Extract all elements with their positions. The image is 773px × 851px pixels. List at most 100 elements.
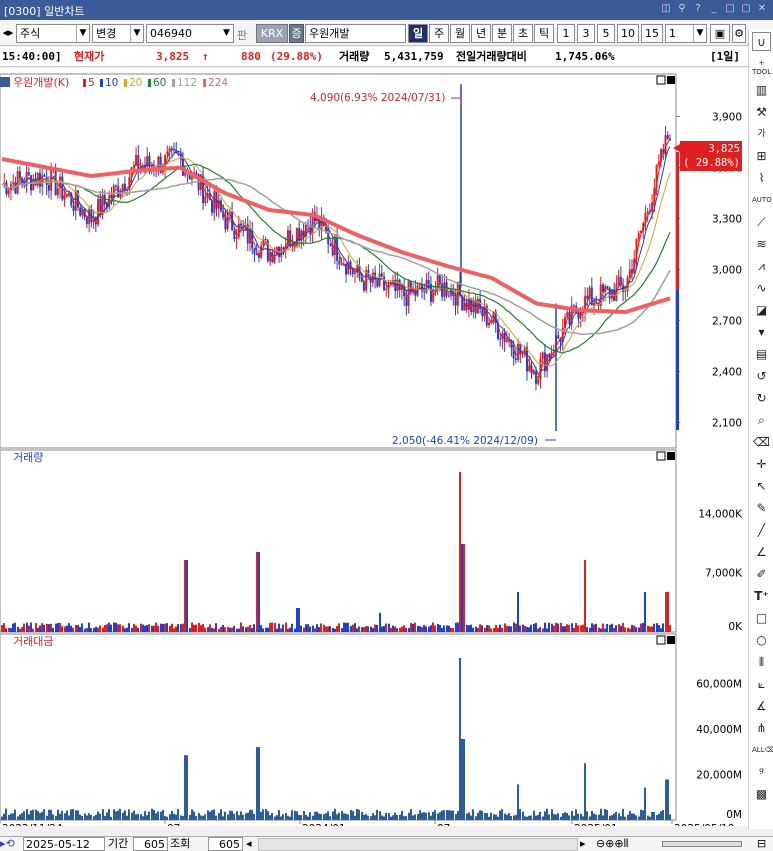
indicator-icon[interactable]: ≋	[752, 235, 771, 254]
pen-icon[interactable]: ✎	[752, 499, 771, 518]
interval-5-button[interactable]: 5	[597, 24, 615, 43]
fan-icon[interactable]: ⟀	[752, 675, 771, 694]
auto-icon[interactable]: AUTO	[752, 191, 772, 210]
box-chart-icon[interactable]: ◪	[752, 301, 771, 320]
stock-chart[interactable]: 3,9003,6003,3003,0002,7002,4002,10014,00…	[0, 68, 748, 826]
angle-icon[interactable]: ∠	[752, 543, 771, 562]
volume-tick-label: 14,000K	[698, 508, 743, 520]
interval-1-button[interactable]: 1	[557, 24, 575, 43]
amount-bar	[309, 812, 311, 820]
signal-icon[interactable]: ⌇	[752, 169, 771, 188]
volume-bar	[472, 627, 474, 632]
undo-icon[interactable]: ↺	[752, 367, 771, 386]
interval-3-button[interactable]: 3	[577, 24, 595, 43]
panel-close-icon[interactable]	[667, 452, 675, 460]
panel-maximize-icon[interactable]	[656, 75, 666, 85]
pointer-icon[interactable]: ↖	[752, 477, 771, 496]
history-nav-icon[interactable]: ▸⟲	[0, 837, 22, 851]
date-field[interactable]: 2025-05-12	[23, 837, 105, 851]
compare-icon[interactable]: ⊞	[752, 147, 771, 166]
pin-icon[interactable]: ⚲	[676, 3, 688, 15]
line-icon[interactable]: ╱	[752, 521, 771, 540]
pencil-icon[interactable]: ✐	[752, 565, 771, 584]
trend-icon[interactable]: ⟋	[752, 213, 771, 232]
zoom-icon[interactable]: ⌕	[752, 411, 771, 430]
vertical-lines-icon[interactable]: ⦀	[752, 653, 771, 672]
volume-bar	[533, 623, 535, 632]
line-chart-icon[interactable]: ⩘	[752, 257, 771, 276]
candle-body	[79, 207, 82, 216]
style-icon[interactable]: ᵍ	[752, 763, 771, 782]
candle-body	[427, 280, 430, 285]
gann-icon[interactable]: ∡	[752, 697, 771, 716]
grid-pattern-icon[interactable]: ▩	[752, 785, 771, 804]
bar-chart-icon[interactable]: ▥	[752, 81, 771, 100]
price-tick-label: 2,100	[712, 418, 742, 430]
text-icon[interactable]: T⁺	[752, 587, 771, 606]
zoom-slider[interactable]	[662, 841, 742, 847]
exchange-button[interactable]: KRX	[256, 24, 288, 43]
wave-icon[interactable]: ∿	[752, 279, 771, 298]
maximize-icon[interactable]: ▢	[740, 3, 752, 15]
period-day-button[interactable]: 일	[408, 24, 428, 43]
help-icon[interactable]: ?	[692, 3, 704, 15]
nav-arrows-icon[interactable]: ◂▸	[1, 24, 15, 43]
window-icon[interactable]: ▤	[752, 345, 771, 364]
amount-bar	[524, 816, 526, 820]
close-icon[interactable]: ✕	[756, 3, 768, 15]
panel-close-icon[interactable]	[667, 636, 675, 644]
interval-15-button[interactable]: 15	[641, 24, 663, 43]
volume-bar	[336, 626, 338, 632]
scroll-right-icon[interactable]: ▸	[580, 837, 586, 851]
dropdown-box-icon[interactable]: ▾	[752, 323, 771, 342]
period-month-button[interactable]: 월	[450, 24, 470, 43]
period-second-button[interactable]: 초	[513, 24, 533, 43]
stock-code-input[interactable]: 046940 ▼	[146, 24, 234, 43]
restore-icon[interactable]: □	[724, 3, 736, 15]
volume-bar	[501, 627, 503, 632]
interval-10-button[interactable]: 10	[617, 24, 639, 43]
query-input[interactable]: 605	[208, 837, 243, 851]
volume-bar	[589, 627, 591, 632]
amount-bar	[638, 816, 640, 820]
circle-icon[interactable]: ○	[752, 631, 771, 650]
period-input[interactable]: 605	[133, 837, 168, 851]
amount-bar	[343, 813, 345, 820]
volume-bar	[253, 624, 255, 632]
crosshair-icon[interactable]: ✛	[752, 455, 771, 474]
wrench-icon[interactable]: ⚒	[752, 103, 771, 122]
rectangle-icon[interactable]: □	[752, 609, 771, 628]
volume-bar	[166, 623, 168, 632]
zoom-controls-icon[interactable]: ⊖⊕⊕⦀	[596, 837, 629, 851]
period-year-button[interactable]: 년	[471, 24, 491, 43]
horizontal-scrollbar[interactable]	[258, 838, 578, 851]
period-tick-button[interactable]: 틱	[534, 24, 554, 43]
redo-icon[interactable]: ↻	[752, 389, 771, 408]
tile-icon[interactable]: ◫	[660, 3, 672, 15]
period-week-button[interactable]: 주	[429, 24, 449, 43]
period-minute-button[interactable]: 분	[492, 24, 512, 43]
stock-name-field[interactable]: 우원개발	[305, 24, 406, 43]
scroll-left-icon[interactable]: ◂	[246, 837, 252, 851]
panel-maximize-icon[interactable]	[656, 451, 666, 461]
erase-icon[interactable]: ⌫	[752, 433, 771, 452]
save-icon[interactable]: ▣	[710, 24, 730, 43]
panel-maximize-icon[interactable]	[656, 635, 666, 645]
interval-count-select[interactable]: 1 ▼	[665, 24, 707, 43]
chart-area[interactable]: 3,9003,6003,3003,0002,7002,4002,10014,00…	[0, 68, 748, 826]
pitchfork-icon[interactable]: ⋔	[752, 719, 771, 738]
amount-bar	[568, 815, 570, 820]
minimize-icon[interactable]: _	[708, 3, 720, 15]
tool-menu-icon[interactable]: + TOOL	[752, 59, 771, 78]
market-select[interactable]: 주식 ▼	[16, 24, 90, 43]
amount-bar	[443, 810, 445, 820]
change-select[interactable]: 변경 ▼	[92, 24, 144, 43]
panel-close-icon[interactable]	[667, 76, 675, 84]
settings-icon[interactable]: ⚙	[732, 24, 746, 43]
panel-toggle-icon[interactable]	[0, 77, 10, 87]
price-tool-icon[interactable]: 가	[752, 125, 771, 144]
collapse-icon[interactable]: ∪	[752, 32, 771, 51]
layout-icon[interactable]: ⊟	[757, 837, 766, 851]
clear-all-icon[interactable]: ALL⌫	[752, 741, 773, 760]
amount-bar	[128, 809, 130, 820]
